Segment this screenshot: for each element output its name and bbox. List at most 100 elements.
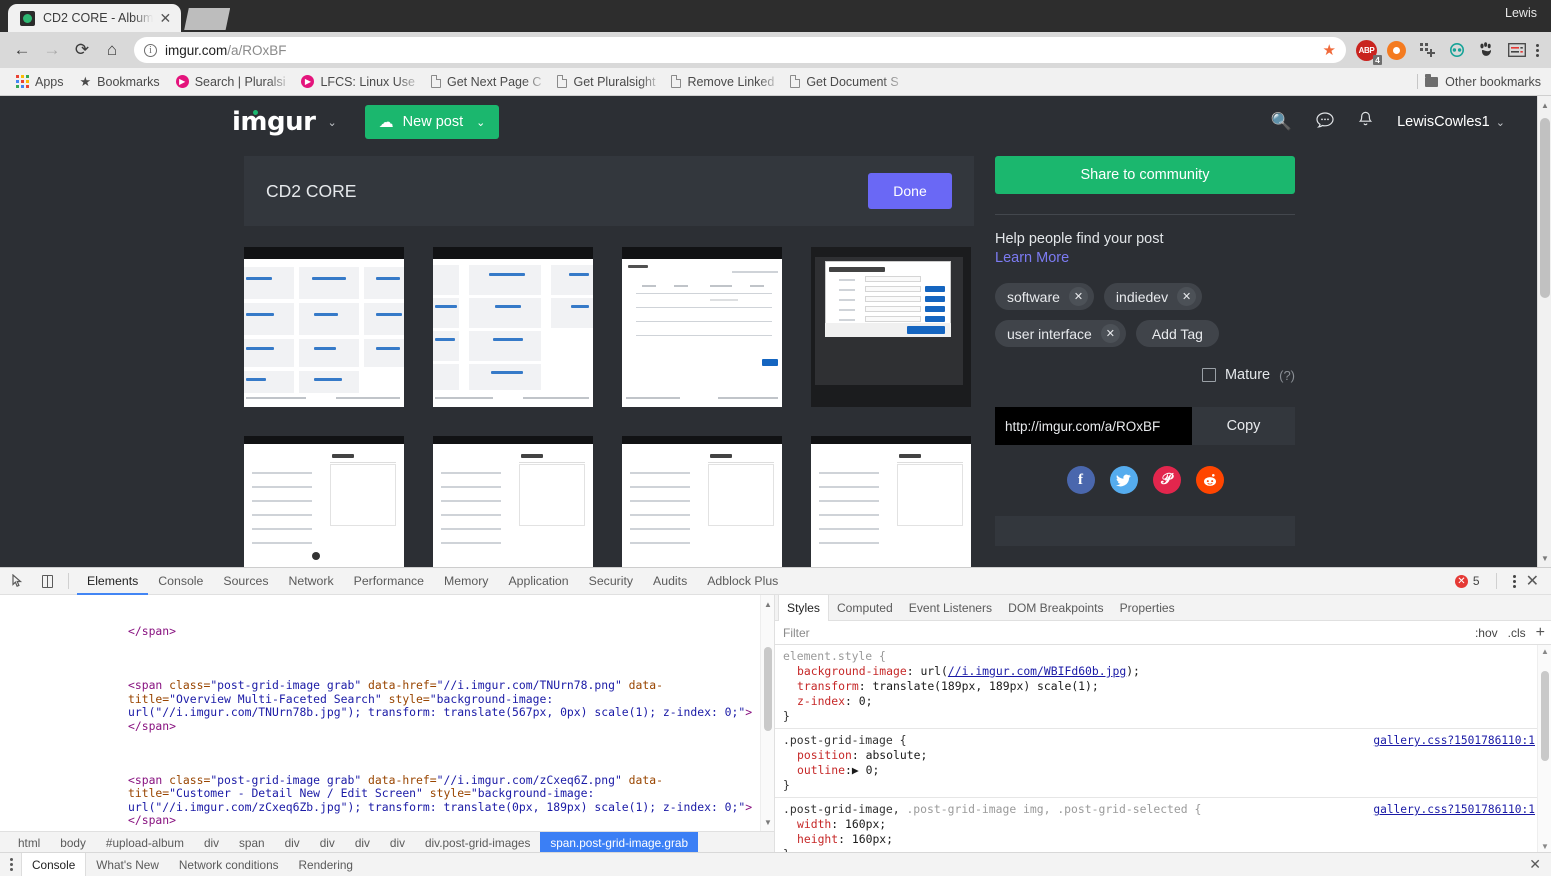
rule-selector[interactable]: element.style { [783, 649, 1537, 664]
error-count-badge[interactable]: ✕ 5 [1455, 574, 1480, 588]
declaration[interactable]: background-image: url(//i.imgur.com/WBIF… [783, 664, 1537, 679]
dom-tree-scrollbar[interactable]: ▲ ▼ [760, 595, 774, 831]
declaration[interactable]: outline:▶ 0; [783, 763, 1537, 778]
inspect-element-icon[interactable] [6, 570, 32, 592]
breadcrumb-item[interactable]: div [275, 832, 310, 854]
forward-button[interactable]: → [38, 36, 66, 64]
remove-tag-icon[interactable]: ✕ [1101, 324, 1120, 343]
scroll-down-icon[interactable]: ▼ [1538, 551, 1551, 565]
scrollbar-thumb[interactable] [1541, 671, 1549, 761]
mature-checkbox[interactable] [1202, 368, 1216, 382]
tab-network[interactable]: Network [279, 568, 344, 595]
dom-line[interactable]: </span> [0, 625, 774, 639]
scrollbar-thumb[interactable] [764, 647, 772, 731]
thumbnail-item[interactable] [622, 247, 782, 407]
scroll-up-icon[interactable]: ▲ [761, 597, 775, 611]
new-post-button[interactable]: ☁ New post ⌄ [365, 105, 500, 139]
breadcrumb-item[interactable]: div [194, 832, 229, 854]
breadcrumb-item[interactable]: div.post-grid-images [415, 832, 540, 854]
hov-toggle[interactable]: :hov [1475, 626, 1498, 640]
cls-toggle[interactable]: .cls [1508, 626, 1526, 640]
add-tag-button[interactable]: Add Tag [1136, 320, 1219, 347]
tab-computed[interactable]: Computed [829, 595, 901, 621]
share-link-input[interactable] [995, 407, 1192, 445]
dom-line[interactable]: <span class="post-grid-image grab" data-… [0, 679, 774, 733]
tab-styles[interactable]: Styles [778, 595, 829, 621]
tag-chip[interactable]: indiedev ✕ [1104, 283, 1202, 310]
bookmark-get-next-page[interactable]: Get Next Page C [423, 73, 550, 91]
reddit-icon[interactable] [1196, 466, 1224, 494]
tab-application[interactable]: Application [498, 568, 578, 595]
breadcrumb-item[interactable]: html [8, 832, 50, 854]
mature-help-icon[interactable]: (?) [1279, 368, 1295, 383]
styles-scrollbar[interactable]: ▲ ▼ [1537, 645, 1551, 853]
toggle-device-toolbar-icon[interactable] [34, 570, 60, 592]
breadcrumb-item-active[interactable]: span.post-grid-image.grab [540, 832, 698, 854]
logo-chevron-down-icon[interactable]: ⌄ [327, 116, 336, 129]
breadcrumb-item[interactable]: body [50, 832, 96, 854]
bookmark-get-document[interactable]: Get Document S [782, 73, 906, 91]
rule-selector[interactable]: .post-grid-image {gallery.css?1501786110… [783, 733, 1537, 748]
tag-chip[interactable]: user interface ✕ [995, 320, 1126, 347]
search-icon[interactable]: 🔍 [1271, 112, 1292, 132]
bookmark-star-icon[interactable]: ★ [1323, 41, 1336, 59]
bookmark-apps[interactable]: Apps [8, 73, 72, 91]
other-bookmarks-label[interactable]: Other bookmarks [1445, 75, 1541, 89]
close-drawer-icon[interactable]: ✕ [1529, 856, 1551, 873]
remove-tag-icon[interactable]: ✕ [1069, 287, 1088, 306]
reload-button[interactable]: ⟳ [68, 36, 96, 64]
twitter-icon[interactable] [1110, 466, 1138, 494]
remove-tag-icon[interactable]: ✕ [1177, 287, 1196, 306]
scroll-up-icon[interactable]: ▲ [1538, 98, 1551, 112]
imgur-logo[interactable]: imgur [232, 107, 315, 137]
ublock-icon[interactable] [1386, 40, 1407, 61]
devtools-menu-icon[interactable] [1513, 574, 1516, 589]
close-tab-icon[interactable]: ✕ [159, 11, 171, 25]
home-button[interactable]: ⌂ [98, 36, 126, 64]
breadcrumb-item[interactable]: span [229, 832, 275, 854]
declaration[interactable]: width: 160px; [783, 817, 1537, 832]
tab-security[interactable]: Security [579, 568, 643, 595]
share-to-community-button[interactable]: Share to community [995, 156, 1295, 194]
browser-tab[interactable]: CD2 CORE - Album ✕ [8, 4, 181, 32]
declaration[interactable]: transform: translate(189px, 189px) scale… [783, 679, 1537, 694]
username-menu[interactable]: LewisCowles1 ⌄ [1397, 114, 1505, 130]
tab-console[interactable]: Console [148, 568, 213, 595]
glasses-extension-icon[interactable] [1446, 40, 1467, 61]
rule-selector[interactable]: .post-grid-image, .post-grid-image img, … [783, 802, 1537, 817]
bookmark-get-pluralsight[interactable]: Get Pluralsight [549, 73, 663, 91]
album-title[interactable]: CD2 CORE [266, 181, 356, 202]
thumbnail-item[interactable] [811, 436, 971, 567]
scrollbar-thumb[interactable] [1540, 118, 1550, 298]
notification-bell-icon[interactable] [1358, 111, 1373, 133]
drawer-menu-icon[interactable] [6, 858, 21, 871]
thumbnail-item[interactable] [622, 436, 782, 567]
back-button[interactable]: ← [8, 36, 36, 64]
gnome-extension-icon[interactable] [1476, 40, 1497, 61]
browser-menu-icon[interactable] [1536, 43, 1539, 58]
thumbnail-item[interactable] [244, 436, 404, 567]
dom-line[interactable]: <span class="post-grid-image grab" data-… [0, 774, 774, 828]
page-scrollbar[interactable]: ▲ ▼ [1537, 96, 1551, 567]
declaration[interactable]: position: absolute; [783, 748, 1537, 763]
new-tab-button[interactable] [184, 8, 230, 30]
declaration[interactable]: z-index: 0; [783, 694, 1537, 709]
tab-dom-breakpoints[interactable]: DOM Breakpoints [1000, 595, 1111, 621]
breadcrumb-item[interactable]: div [380, 832, 415, 854]
bookmark-bookmarks[interactable]: ★ Bookmarks [72, 72, 168, 92]
tab-properties[interactable]: Properties [1112, 595, 1183, 621]
breadcrumb-item[interactable]: div [345, 832, 380, 854]
breadcrumb-item[interactable]: div [310, 832, 345, 854]
new-style-rule-button[interactable]: + [1536, 624, 1545, 642]
drawer-tab-rendering[interactable]: Rendering [289, 853, 363, 876]
done-button[interactable]: Done [868, 173, 952, 209]
declaration[interactable]: height: 160px; [783, 832, 1537, 847]
close-devtools-icon[interactable]: ✕ [1526, 571, 1539, 591]
stylesheet-source-link[interactable]: gallery.css?1501786110:1 [1373, 733, 1535, 748]
pinterest-icon[interactable]: 𝒫 [1153, 466, 1181, 494]
tab-adblock-plus[interactable]: Adblock Plus [697, 568, 788, 595]
list-extension-icon[interactable] [1506, 40, 1527, 61]
prop-link[interactable]: //i.imgur.com/WBIFd60b.jpg [948, 664, 1126, 678]
thumbnail-item[interactable] [433, 436, 593, 567]
facebook-icon[interactable]: f [1067, 466, 1095, 494]
